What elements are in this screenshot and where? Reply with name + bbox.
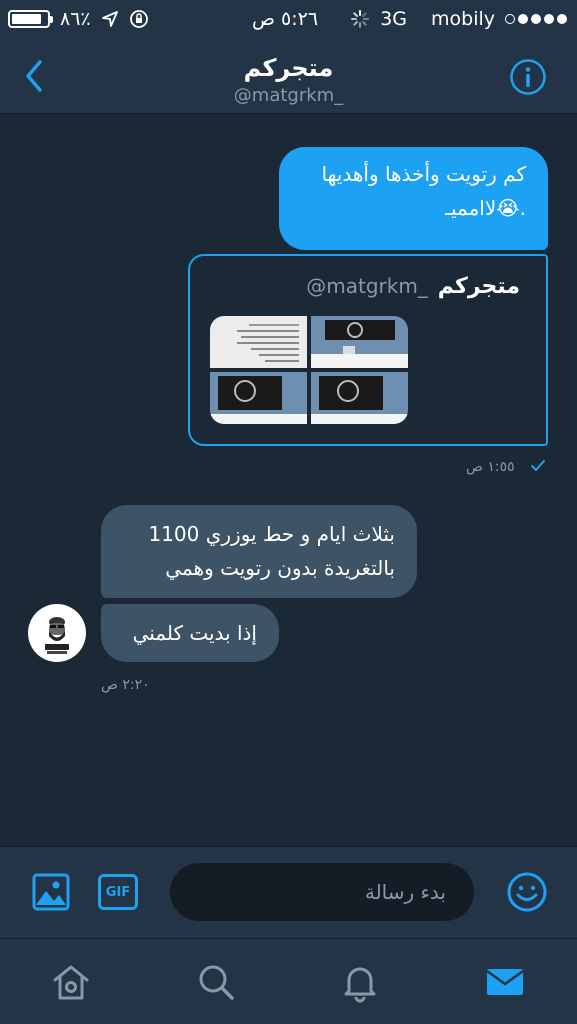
quoted-tweet-media[interactable] (210, 316, 408, 424)
search-icon[interactable] (195, 961, 237, 1003)
image-icon[interactable] (32, 873, 70, 911)
envelope-icon[interactable] (484, 961, 526, 1003)
quoted-tweet-handle: @matgrkm_ (306, 274, 428, 298)
conversation-title: متجركم (243, 54, 334, 82)
message-input[interactable] (170, 863, 474, 921)
bottom-tab-bar (0, 938, 577, 1024)
incoming-message[interactable]: 1100 بثلاث ايام و حط يوزري بالتغريدة بدو… (101, 505, 417, 598)
avatar-logo-icon (45, 617, 69, 654)
carrier-name: mobily (431, 8, 495, 30)
battery-percent: ٨٦٪ (60, 8, 91, 30)
media-thumbnail[interactable] (210, 372, 307, 424)
emoji-icon[interactable] (506, 871, 548, 913)
media-thumbnail[interactable] (210, 316, 307, 368)
message-timestamp: ١:٥٥ ص (466, 459, 515, 475)
location-arrow-icon (101, 11, 118, 27)
message-text-line: بالتغريدة بدون رتويت وهمي (165, 556, 395, 580)
avatar[interactable] (28, 604, 86, 662)
message-text-line: لاامميـ😭. (445, 196, 526, 220)
info-icon[interactable] (509, 58, 547, 96)
battery-icon (8, 10, 53, 28)
status-time: ٥:٢٦ ص (252, 8, 319, 30)
home-icon[interactable] (50, 961, 92, 1003)
incoming-message[interactable]: إذا بديت كلمني (101, 604, 279, 662)
status-left: ٨٦٪ (8, 8, 149, 30)
conversation-header: متجركم @matgrkm_ (0, 40, 577, 114)
activity-spinner-icon (351, 10, 370, 28)
message-timestamp: ٢:٢٠ ص (101, 677, 150, 693)
bell-icon[interactable] (339, 961, 381, 1003)
status-right: 3G mobily (350, 8, 567, 30)
message-text: إذا بديت كلمني (132, 621, 257, 645)
quoted-tweet-name: متجركم (437, 274, 520, 299)
outgoing-message[interactable]: كم رتويت وأخذها وأهديها لاامميـ😭. (279, 147, 548, 250)
conversation-handle: @matgrkm_ (233, 85, 344, 106)
checkmark-icon (531, 460, 545, 471)
message-text-line: كم رتويت وأخذها وأهديها (321, 162, 526, 186)
gif-button[interactable]: GIF (98, 874, 138, 910)
media-thumbnail[interactable] (311, 372, 408, 424)
network-type: 3G (380, 8, 407, 30)
message-text-line: 1100 بثلاث ايام و حط يوزري (148, 522, 395, 546)
signal-strength-icon (505, 14, 567, 24)
media-thumbnail[interactable] (311, 316, 408, 368)
quoted-tweet-author: @matgrkm_ متجركم (306, 274, 520, 299)
orientation-lock-icon (129, 10, 148, 28)
quoted-tweet-card[interactable]: @matgrkm_ متجركم (188, 254, 548, 446)
status-bar: ٨٦٪ ٥:٢٦ ص 3G mobily (0, 0, 577, 40)
message-composer: GIF (0, 846, 577, 938)
